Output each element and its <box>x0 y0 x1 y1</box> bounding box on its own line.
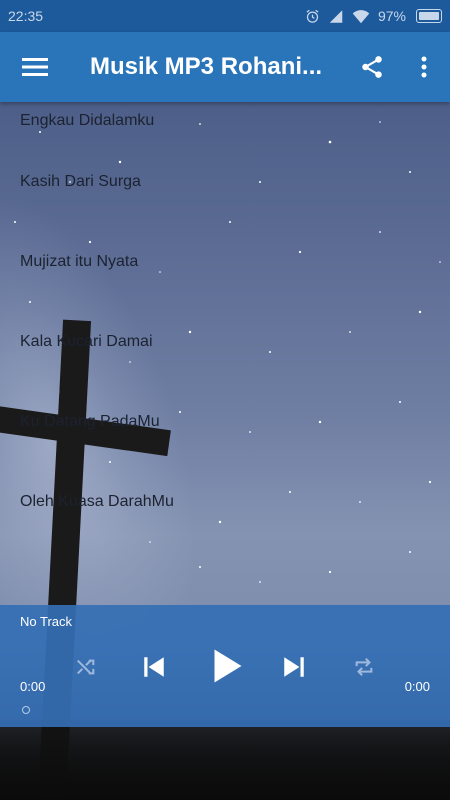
share-button[interactable] <box>346 32 398 102</box>
app-title: Musik MP3 Rohani... <box>90 53 323 80</box>
repeat-button[interactable] <box>346 650 382 684</box>
signal-icon <box>328 9 344 24</box>
app-bar: Musik MP3 Rohani... <box>0 32 450 102</box>
elapsed-time: 0:00 <box>20 679 46 694</box>
total-time: 0:00 <box>404 679 430 694</box>
share-icon <box>362 56 382 78</box>
more-vert-icon <box>421 56 427 78</box>
battery-icon <box>416 9 442 23</box>
now-playing-label: No Track <box>20 614 73 629</box>
repeat-icon <box>355 658 373 676</box>
player-panel: No Track 0:00 0:00 <box>0 605 450 727</box>
track-item[interactable]: Kasih Dari Surga <box>0 142 450 222</box>
track-item[interactable]: Mujizat itu Nyata <box>0 222 450 302</box>
skip-previous-icon <box>144 657 164 677</box>
track-item[interactable]: Ku Datang PadaMu <box>0 382 450 462</box>
ground-silhouette <box>0 720 450 800</box>
next-button[interactable] <box>276 648 312 686</box>
battery-percent: 97% <box>377 8 406 24</box>
shuffle-icon <box>77 659 95 675</box>
play-button[interactable] <box>206 643 250 689</box>
seek-bar-thumb[interactable] <box>22 706 30 714</box>
status-time: 22:35 <box>8 8 44 24</box>
more-options-button[interactable] <box>398 32 450 102</box>
track-item[interactable]: Oleh Kuasa DarahMu <box>0 462 450 542</box>
status-icons: 97% <box>305 8 442 24</box>
alarm-icon <box>305 9 320 24</box>
track-item[interactable]: Engkau Didalamku <box>0 102 450 142</box>
track-item[interactable]: Kala Kucari Damai <box>0 302 450 382</box>
previous-button[interactable] <box>136 648 172 686</box>
wifi-icon <box>352 9 370 24</box>
menu-icon <box>22 58 48 76</box>
skip-next-icon <box>284 657 304 677</box>
shuffle-button[interactable] <box>68 650 104 684</box>
status-bar: 22:35 97% <box>0 0 450 32</box>
play-icon <box>214 649 242 683</box>
menu-button[interactable] <box>0 32 70 102</box>
track-list: Engkau Didalamku Kasih Dari Surga Mujiza… <box>0 102 450 542</box>
